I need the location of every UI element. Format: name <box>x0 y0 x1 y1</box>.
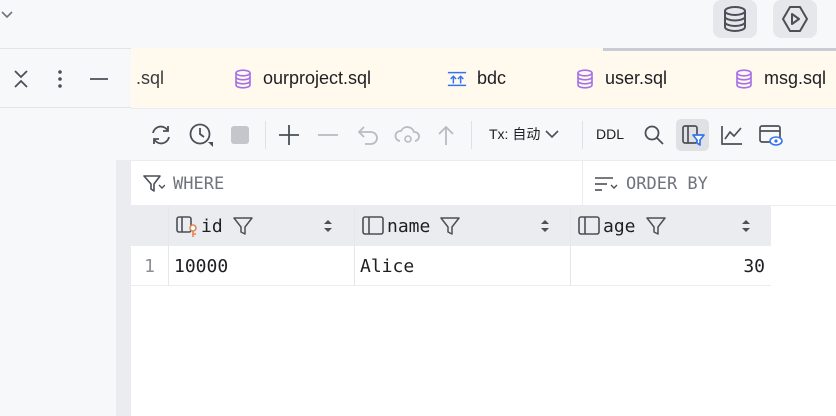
filter-icon[interactable] <box>440 216 461 236</box>
stop-icon[interactable] <box>227 122 253 148</box>
revert-icon[interactable] <box>355 122 381 148</box>
row-number: 1 <box>144 255 155 277</box>
database-icon <box>724 6 746 33</box>
scrollbar-strip[interactable] <box>116 160 131 416</box>
database-button[interactable] <box>713 0 757 38</box>
column-icon <box>577 214 601 238</box>
tab-partial-sql[interactable]: .sql <box>136 48 165 108</box>
refresh-icon[interactable] <box>148 122 174 148</box>
delete-row-icon[interactable] <box>315 122 341 148</box>
column-header-age[interactable]: age <box>577 206 666 246</box>
ddl-button[interactable]: DDL <box>596 126 624 142</box>
tab-bdc[interactable]: bdc <box>447 48 507 108</box>
toolbar-separator <box>582 121 583 149</box>
tab-user-sql[interactable]: user.sql <box>575 48 668 108</box>
column-divider <box>168 206 169 246</box>
cell-age[interactable]: 30 <box>571 246 765 286</box>
data-editor-toolbar: Tx: 自动 DDL <box>131 109 836 161</box>
add-row-icon[interactable] <box>276 122 302 148</box>
collapse-all-icon[interactable] <box>10 68 32 90</box>
column-header-name[interactable]: name <box>361 206 461 246</box>
tab-label: bdc <box>477 68 507 88</box>
view-table-icon[interactable] <box>758 122 784 148</box>
transaction-mode-label: Tx: 自动 <box>489 126 541 142</box>
cell-id[interactable]: 10000 <box>174 246 354 286</box>
tab-msg-sql[interactable]: msg.sql <box>734 48 827 108</box>
play-icon <box>782 6 808 32</box>
column-divider <box>354 246 355 286</box>
sort-lines-icon <box>595 176 618 191</box>
search-icon[interactable] <box>641 122 667 148</box>
where-placeholder: WHERE <box>173 173 225 194</box>
sort-icon[interactable] <box>323 218 333 234</box>
toolbar-separator <box>471 121 472 149</box>
grid-header: id name age <box>131 206 771 246</box>
table-sync-icon <box>447 69 467 89</box>
minimize-icon[interactable] <box>88 68 110 90</box>
column-divider <box>168 246 169 286</box>
where-filter-input[interactable]: WHERE <box>143 161 573 206</box>
tab-label: user.sql <box>605 68 668 88</box>
preview-changes-icon[interactable] <box>394 122 420 148</box>
tab-label: ourproject.sql <box>263 68 372 88</box>
active-tab-indicator <box>603 48 836 51</box>
run-button[interactable] <box>773 0 817 38</box>
toolbar-separator <box>265 121 266 149</box>
more-options-icon[interactable] <box>49 68 71 90</box>
table-row[interactable]: 1 10000 Alice 30 <box>131 246 771 286</box>
submit-icon[interactable] <box>433 122 459 148</box>
tab-ourproject-sql[interactable]: ourproject.sql <box>233 48 372 108</box>
history-icon[interactable] <box>188 122 214 148</box>
order-by-placeholder: ORDER BY <box>626 173 708 194</box>
column-filter-icon <box>681 125 705 146</box>
filter-row: WHERE ORDER BY <box>131 161 836 206</box>
chevron-down-icon <box>545 130 559 139</box>
column-header-label: age <box>603 215 636 237</box>
chart-icon[interactable] <box>719 122 745 148</box>
chevron-down-icon[interactable] <box>0 8 14 22</box>
top-bar <box>0 0 836 48</box>
tab-label: .sql <box>136 68 165 88</box>
filter-icon[interactable] <box>645 216 666 236</box>
order-by-input[interactable]: ORDER BY <box>594 161 834 206</box>
filter-toggle-button[interactable] <box>676 119 709 151</box>
sort-icon[interactable] <box>540 218 550 234</box>
filter-icon[interactable] <box>232 216 253 236</box>
column-icon <box>361 214 385 238</box>
tab-label: msg.sql <box>764 68 827 88</box>
sort-icon[interactable] <box>741 218 751 234</box>
column-header-label: name <box>387 215 431 237</box>
column-divider <box>570 206 571 246</box>
column-header-id[interactable]: id <box>175 206 253 246</box>
column-divider <box>354 206 355 246</box>
primary-key-column-icon <box>175 214 199 238</box>
database-icon <box>575 68 595 89</box>
filter-divider <box>582 161 583 206</box>
cell-name[interactable]: Alice <box>360 246 570 286</box>
filter-icon <box>143 174 165 192</box>
column-header-label: id <box>201 215 223 237</box>
editor-tab-bar: .sql ourproject.sql bdc user.sql msg.sql <box>131 48 836 109</box>
database-icon <box>233 68 253 89</box>
database-icon <box>734 68 754 89</box>
transaction-mode-dropdown[interactable]: Tx: 自动 <box>489 124 559 144</box>
